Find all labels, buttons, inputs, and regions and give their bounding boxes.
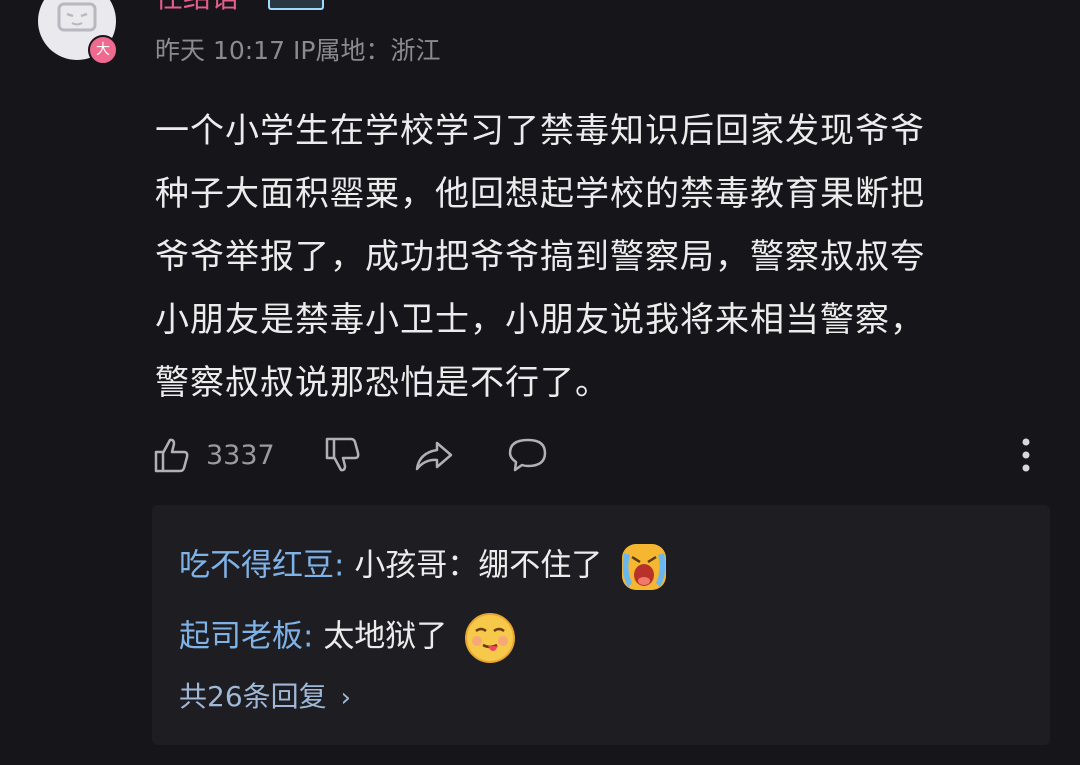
- replies-count-label: 共26条回复: [179, 680, 327, 713]
- reply-item[interactable]: 吃不得红豆: 小孩哥：绷不住了: [179, 541, 670, 593]
- reply-author[interactable]: 吃不得红豆:: [179, 548, 344, 584]
- share-icon: [415, 441, 452, 471]
- comment-meta: 昨天 10:17 IP属地：浙江: [155, 34, 440, 68]
- comment-line: 警察叔叔说那恐怕是不行了。: [155, 363, 610, 403]
- comment-time: 昨天 10:17: [155, 36, 285, 65]
- username[interactable]: 任结语: [155, 0, 239, 14]
- share-button[interactable]: [413, 435, 455, 475]
- comment-line: 一个小学生在学校学习了禁毒知识后回家发现爷爷: [155, 111, 925, 151]
- reply-button[interactable]: [507, 435, 549, 475]
- dislike-button[interactable]: [323, 435, 363, 475]
- crying-emoji-icon: [622, 544, 667, 590]
- reply-text: 小孩哥：绷不住了: [354, 547, 603, 584]
- comment-line: 种子大面积罂粟，他回想起学校的禁毒教育果断把: [155, 174, 925, 214]
- like-count: 3337: [206, 439, 275, 471]
- reply-text: 太地狱了: [323, 618, 448, 655]
- tv-mascot-icon: [57, 2, 97, 32]
- reply-item[interactable]: 起司老板: 太地狱了: [179, 611, 517, 665]
- more-vertical-icon[interactable]: [1010, 436, 1042, 476]
- comment-line: 爷爷举报了，成功把爷爷搞到警察局，警察叔叔夸: [155, 237, 925, 277]
- chevron-right-icon: ›: [340, 683, 352, 713]
- comment-icon: [508, 438, 546, 472]
- comment-line: 小朋友是禁毒小卫士，小朋友说我将来相当警察，: [155, 300, 925, 340]
- ip-location: IP属地：浙江: [293, 36, 441, 65]
- thumbs-up-icon: [154, 438, 189, 473]
- action-bar: 3337: [152, 432, 549, 478]
- like-button[interactable]: 3337: [152, 435, 323, 475]
- level-icon: [268, 0, 324, 10]
- vip-badge: 大: [88, 35, 118, 65]
- comment-text: 一个小学生在学校学习了禁毒知识后回家发现爷爷 种子大面积罂粟，他回想起学校的禁毒…: [155, 100, 1035, 415]
- reply-panel: 吃不得红豆: 小孩哥：绷不住了 起司老板: 太地狱了 共26条回复 ›: [152, 505, 1050, 745]
- view-all-replies-link[interactable]: 共26条回复 ›: [179, 677, 351, 718]
- tongue-out-emoji-icon: [465, 613, 516, 663]
- reply-author[interactable]: 起司老板:: [179, 619, 313, 655]
- thumbs-down-icon: [325, 437, 360, 472]
